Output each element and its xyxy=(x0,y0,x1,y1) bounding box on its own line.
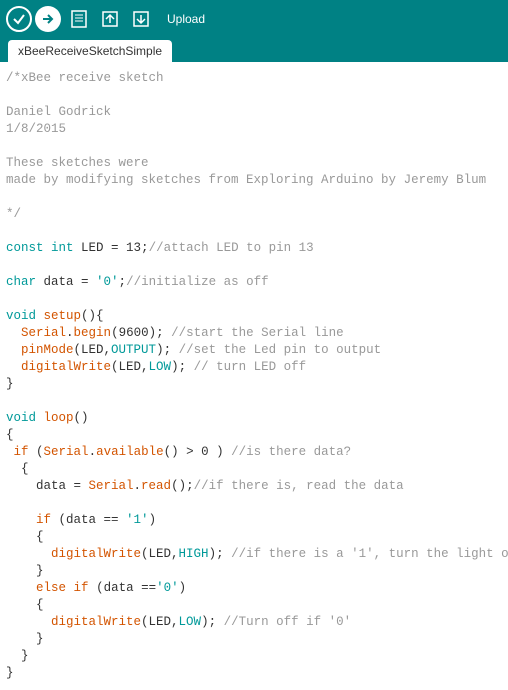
arrow-down-icon xyxy=(131,9,151,29)
tab-bar: xBeeReceiveSketchSimple xyxy=(0,38,508,62)
code-line: } xyxy=(6,649,29,663)
code-line: const int LED = 13;//attach LED to pin 1… xyxy=(6,241,314,255)
code-line: void setup(){ xyxy=(6,309,104,323)
code-line: if (Serial.available() > 0 ) //is there … xyxy=(6,445,351,459)
open-button[interactable] xyxy=(97,6,123,32)
code-line: Daniel Godrick xyxy=(6,105,111,119)
code-editor[interactable]: /*xBee receive sketch Daniel Godrick 1/8… xyxy=(0,62,508,690)
code-line: These sketches were xyxy=(6,156,149,170)
sketch-tab[interactable]: xBeeReceiveSketchSimple xyxy=(8,40,172,62)
file-icon xyxy=(69,9,89,29)
save-button[interactable] xyxy=(128,6,154,32)
code-line: } xyxy=(6,377,14,391)
code-line: else if (data =='0') xyxy=(6,581,186,595)
code-line: /*xBee receive sketch xyxy=(6,71,164,85)
code-line xyxy=(6,496,36,510)
code-line: { xyxy=(6,598,44,612)
code-line: { xyxy=(6,462,29,476)
code-line: pinMode(LED,OUTPUT); //set the Led pin t… xyxy=(6,343,381,357)
code-line: if (data == '1') xyxy=(6,513,156,527)
upload-button[interactable] xyxy=(35,6,61,32)
code-line: { xyxy=(6,428,14,442)
code-line: 1/8/2015 xyxy=(6,122,66,136)
code-line: } xyxy=(6,564,44,578)
arrow-right-icon xyxy=(41,12,55,26)
code-line: digitalWrite(LED,HIGH); //if there is a … xyxy=(6,547,508,561)
toolbar: Upload xyxy=(0,0,508,38)
code-line: { xyxy=(6,530,44,544)
toolbar-status-label: Upload xyxy=(167,12,205,26)
code-line: digitalWrite(LED,LOW); // turn LED off xyxy=(6,360,306,374)
verify-button[interactable] xyxy=(6,6,32,32)
code-line: digitalWrite(LED,LOW); //Turn off if '0' xyxy=(6,615,351,629)
new-button[interactable] xyxy=(66,6,92,32)
code-line: char data = '0';//initialize as off xyxy=(6,275,269,289)
code-line: void loop() xyxy=(6,411,89,425)
code-line: Serial.begin(9600); //start the Serial l… xyxy=(6,326,344,340)
code-line: */ xyxy=(6,207,21,221)
code-line: } xyxy=(6,666,14,680)
check-icon xyxy=(12,12,26,26)
code-line: made by modifying sketches from Explorin… xyxy=(6,173,486,187)
arrow-up-icon xyxy=(100,9,120,29)
code-line: data = Serial.read();//if there is, read… xyxy=(6,479,404,493)
code-line: } xyxy=(6,632,44,646)
